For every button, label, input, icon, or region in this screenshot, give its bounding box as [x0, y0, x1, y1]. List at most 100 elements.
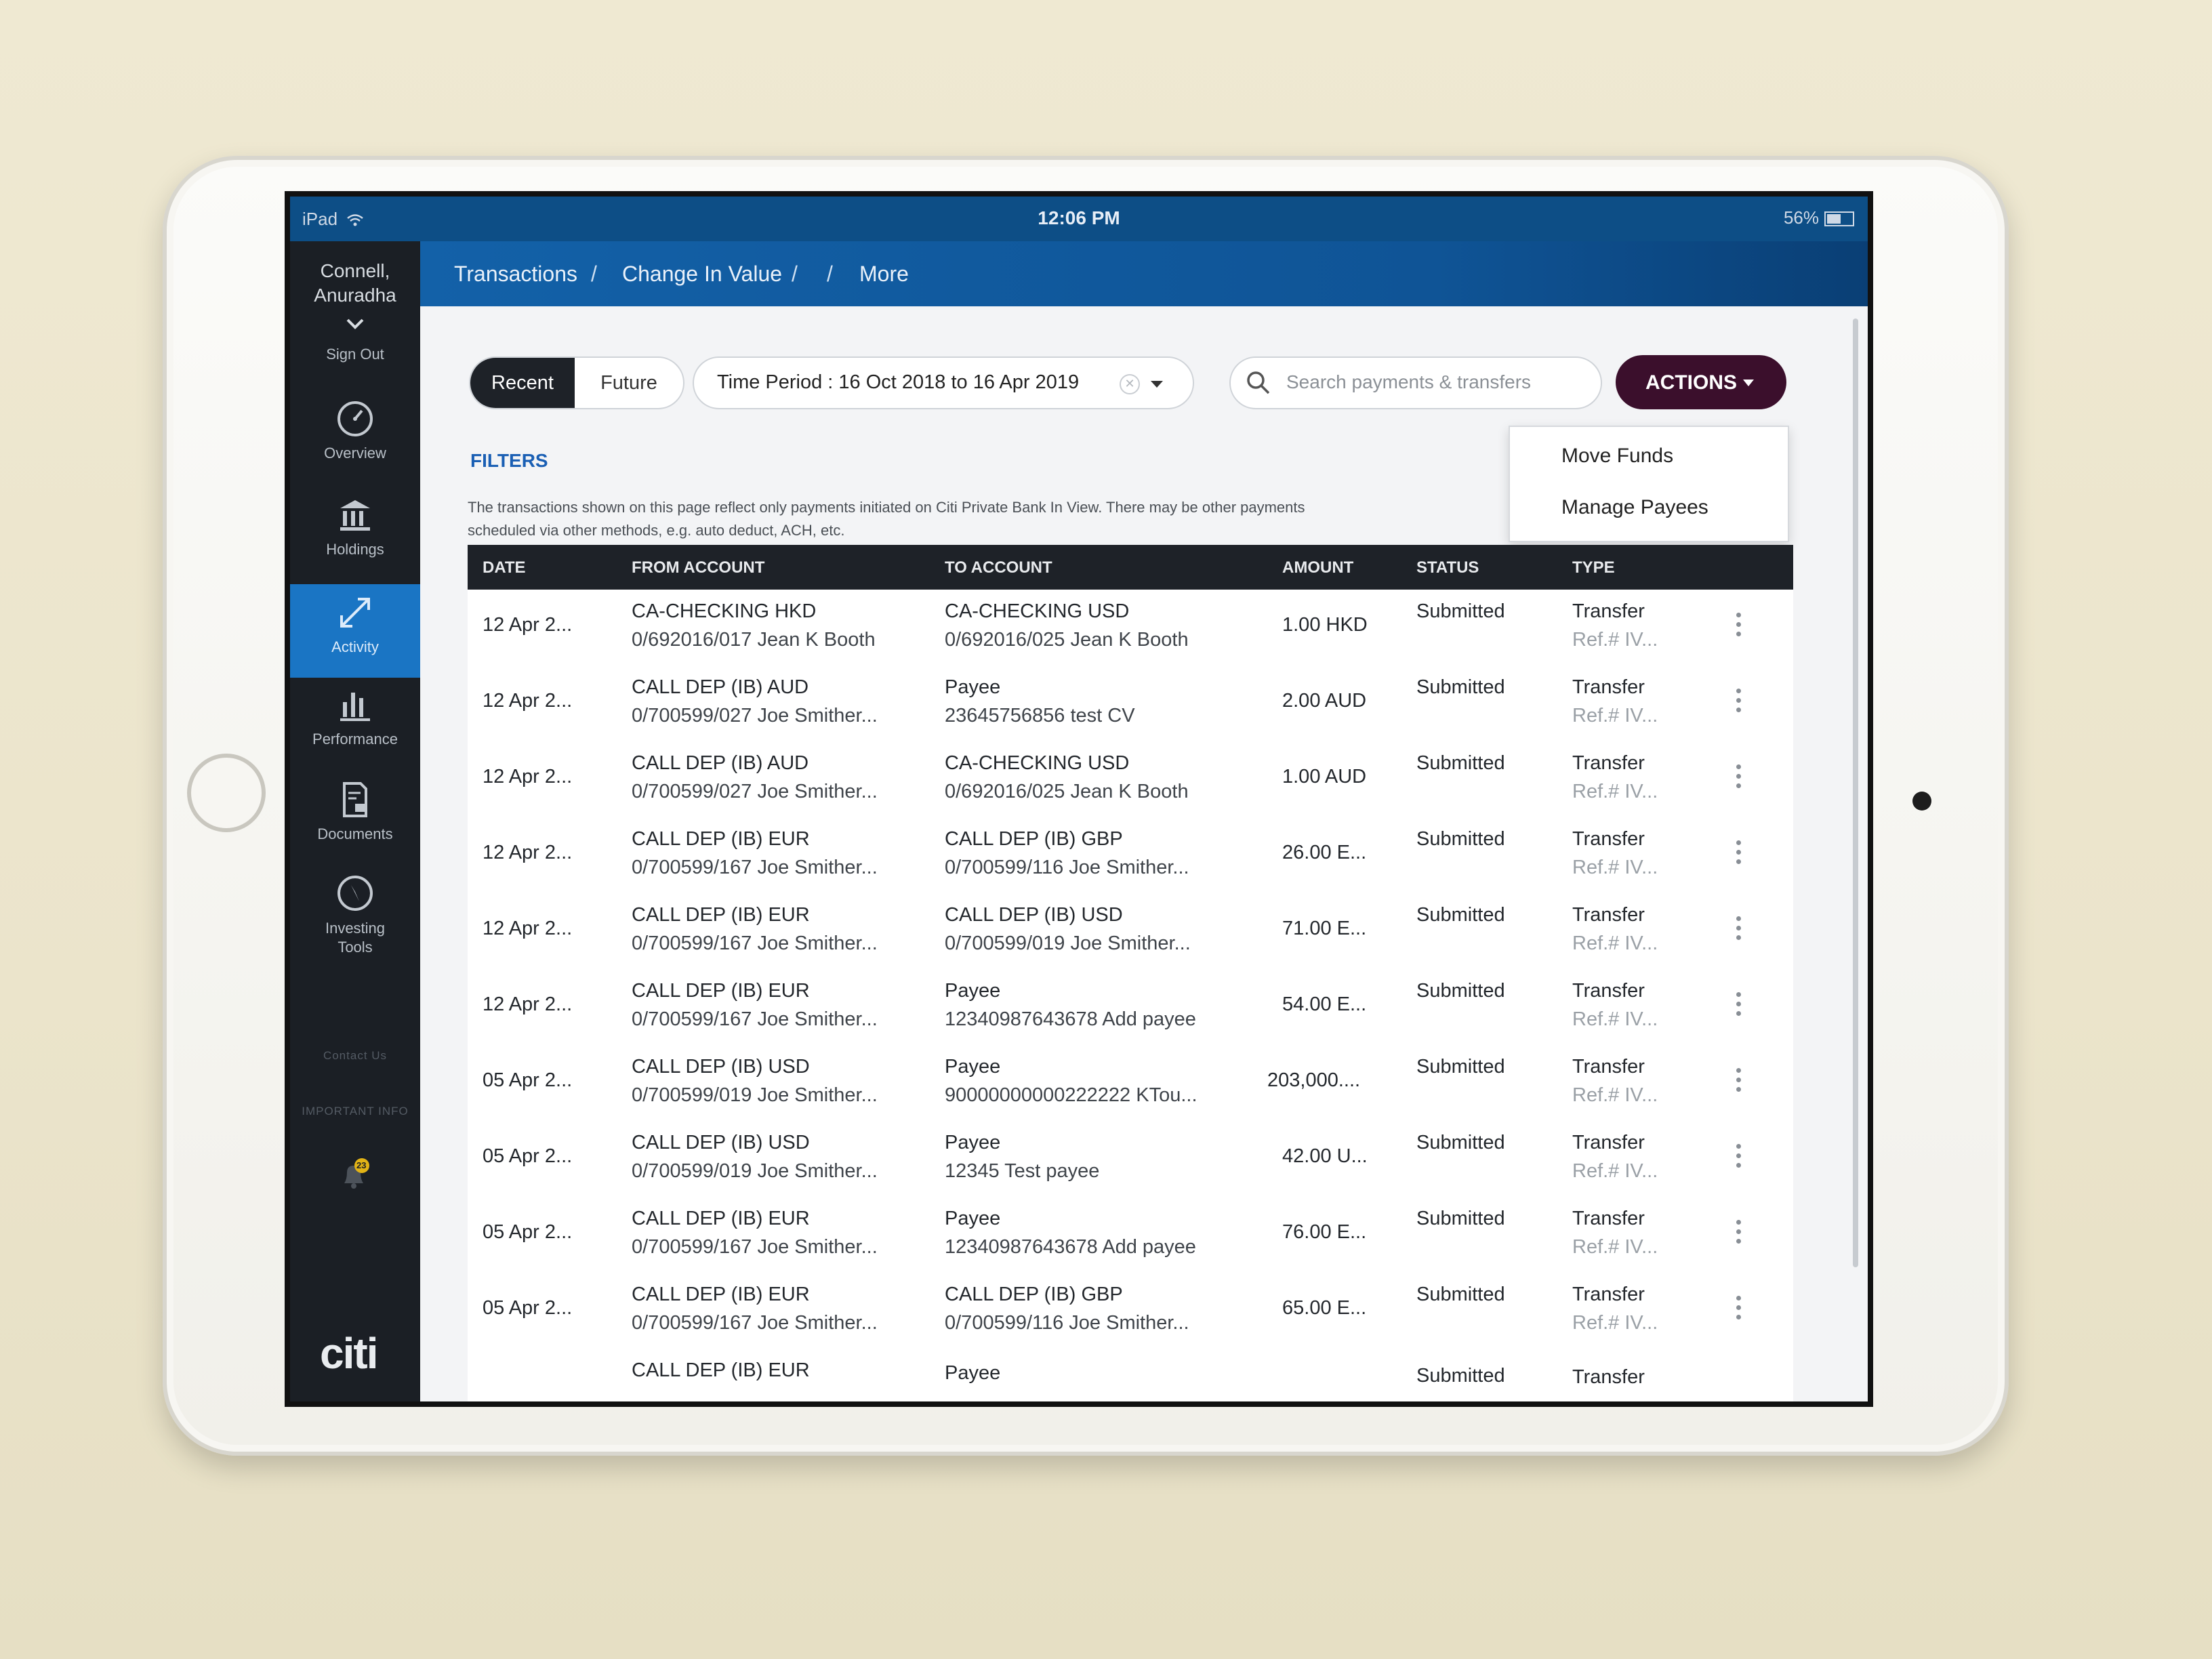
cell-to-account: Payee [945, 676, 1001, 698]
cell-type: Transfer [1572, 904, 1645, 926]
camera [1912, 792, 1931, 811]
compass-icon [337, 876, 373, 911]
important-info-link[interactable]: IMPORTANT INFO [290, 1105, 420, 1118]
sidebar-item-holdings[interactable]: Holdings [290, 496, 420, 577]
chevron-down-icon[interactable] [290, 313, 420, 336]
tab-future[interactable]: Future [575, 358, 683, 408]
breadcrumb-transactions[interactable]: Transactions [454, 262, 577, 287]
cell-ref: Ref.# IV... [1572, 1236, 1658, 1258]
cell-to-detail: 0/692016/025 Jean K Booth [945, 781, 1189, 802]
cell-status: Submitted [1416, 1132, 1505, 1153]
table-row[interactable]: 12 Apr 2... CALL DEP (IB) EUR 0/700599/1… [468, 969, 1793, 1046]
transactions-table: 12 Apr 2... CA-CHECKING HKD 0/692016/017… [468, 590, 1793, 1401]
table-row[interactable]: 12 Apr 2... CALL DEP (IB) AUD 0/700599/0… [468, 665, 1793, 743]
sidebar-item-documents[interactable]: Documents [290, 781, 420, 862]
more-options-icon[interactable] [1736, 1144, 1742, 1171]
table-row[interactable]: 05 Apr 2... CALL DEP (IB) USD 0/700599/0… [468, 1045, 1793, 1122]
cell-status: Submitted [1416, 600, 1505, 622]
more-options-icon[interactable] [1736, 1068, 1742, 1095]
cell-ref: Ref.# IV... [1572, 629, 1658, 651]
cell-to-detail: 12340987643678 Add payee [945, 1008, 1196, 1030]
app-screen: iPad 12:06 PM 56% Connell, Anuradha Sign… [290, 197, 1868, 1401]
table-row[interactable]: 05 Apr 2... CALL DEP (IB) EUR 0/700599/1… [468, 1273, 1793, 1350]
arrows-icon [340, 598, 370, 628]
breadcrumb-change-in-value[interactable]: Change In Value [622, 262, 782, 287]
column-status[interactable]: STATUS [1416, 558, 1479, 577]
table-row[interactable]: 12 Apr 2... CALL DEP (IB) AUD 0/700599/0… [468, 741, 1793, 819]
cell-status: Submitted [1416, 752, 1505, 774]
cell-from-account: CALL DEP (IB) EUR [632, 980, 810, 1002]
contact-us-link[interactable]: Contact Us [290, 1049, 420, 1063]
cell-to-account: Payee [945, 1362, 1001, 1384]
cell-from-account: CALL DEP (IB) USD [632, 1056, 810, 1078]
table-row[interactable]: 12 Apr 2... CALL DEP (IB) EUR 0/700599/1… [468, 893, 1793, 970]
scrollbar[interactable] [1853, 319, 1858, 1267]
menu-item-manage-payees[interactable]: Manage Payees [1561, 496, 1708, 519]
cell-from-account: CALL DEP (IB) EUR [632, 828, 810, 850]
more-options-icon[interactable] [1736, 840, 1742, 867]
cell-to-account: Payee [945, 1132, 1001, 1153]
cell-status: Submitted [1416, 904, 1505, 926]
sidebar-item-activity[interactable]: Activity [290, 584, 420, 678]
table-row[interactable]: CALL DEP (IB) EUR Payee Submitted Transf… [468, 1349, 1793, 1401]
cell-from-detail: 0/700599/167 Joe Smither... [632, 857, 878, 878]
cell-status: Submitted [1416, 1056, 1505, 1078]
more-options-icon[interactable] [1736, 689, 1742, 716]
more-options-icon[interactable] [1736, 992, 1742, 1019]
column-from-account[interactable]: FROM ACCOUNT [632, 558, 764, 577]
more-options-icon[interactable] [1736, 1220, 1742, 1247]
menu-item-move-funds[interactable]: Move Funds [1561, 445, 1673, 468]
table-row[interactable]: 12 Apr 2... CALL DEP (IB) EUR 0/700599/1… [468, 817, 1793, 895]
main-content: Recent Future Time Period : 16 Oct 2018 … [420, 306, 1868, 1401]
recent-future-toggle: Recent Future [469, 356, 684, 409]
gauge-icon [337, 401, 373, 436]
cell-type: Transfer [1572, 1284, 1645, 1305]
cell-ref: Ref.# IV... [1572, 857, 1658, 878]
cell-from-detail: 0/700599/167 Joe Smither... [632, 1312, 878, 1334]
cell-amount: 65.00 E... [1282, 1297, 1367, 1319]
breadcrumb-more[interactable]: More [859, 262, 909, 287]
user-name[interactable]: Connell, Anuradha [290, 241, 420, 308]
more-options-icon[interactable] [1736, 764, 1742, 792]
cell-to-account: CA-CHECKING USD [945, 600, 1130, 622]
cell-to-account: CA-CHECKING USD [945, 752, 1130, 774]
cell-date: 05 Apr 2... [483, 1297, 573, 1319]
cell-type: Transfer [1572, 600, 1645, 622]
cell-to-detail: 0/692016/025 Jean K Booth [945, 629, 1189, 651]
cell-from-account: CALL DEP (IB) EUR [632, 1359, 810, 1381]
table-row[interactable]: 05 Apr 2... CALL DEP (IB) USD 0/700599/0… [468, 1121, 1793, 1198]
chevron-down-icon[interactable] [1151, 381, 1163, 388]
cell-date: 12 Apr 2... [483, 994, 573, 1015]
sign-out-link[interactable]: Sign Out [290, 346, 420, 363]
cell-amount: 2.00 AUD [1282, 690, 1367, 712]
column-type[interactable]: TYPE [1572, 558, 1615, 577]
column-date[interactable]: DATE [483, 558, 526, 577]
cell-amount: 1.00 AUD [1282, 766, 1367, 787]
actions-button[interactable]: ACTIONS [1616, 355, 1786, 409]
home-button[interactable] [187, 754, 266, 832]
sidebar-item-investing-tools[interactable]: Investing Tools [290, 874, 420, 969]
cell-from-detail: 0/700599/019 Joe Smither... [632, 1160, 878, 1182]
table-row[interactable]: 05 Apr 2... CALL DEP (IB) EUR 0/700599/1… [468, 1197, 1793, 1274]
search-input[interactable]: Search payments & transfers [1229, 356, 1602, 409]
more-options-icon[interactable] [1736, 916, 1742, 943]
notification-count: 23 [356, 1160, 367, 1170]
filters-link[interactable]: FILTERS [470, 450, 548, 472]
sidebar-item-overview[interactable]: Overview [290, 400, 420, 481]
cell-to-detail: 90000000000222222 KTou... [945, 1084, 1197, 1106]
tab-recent[interactable]: Recent [470, 358, 575, 408]
more-options-icon[interactable] [1736, 613, 1742, 640]
column-to-account[interactable]: TO ACCOUNT [945, 558, 1052, 577]
column-amount[interactable]: AMOUNT [1282, 558, 1353, 577]
cell-from-account: CALL DEP (IB) EUR [632, 1284, 810, 1305]
time-period-select[interactable]: Time Period : 16 Oct 2018 to 16 Apr 2019… [693, 356, 1194, 409]
clear-icon[interactable]: ✕ [1120, 374, 1140, 394]
sidebar-item-performance[interactable]: Performance [290, 686, 420, 767]
cell-from-detail: 0/700599/167 Joe Smither... [632, 1008, 878, 1030]
table-row[interactable]: 12 Apr 2... CA-CHECKING HKD 0/692016/017… [468, 590, 1793, 667]
sidebar: Connell, Anuradha Sign Out Overview Hold… [290, 241, 420, 1401]
more-options-icon[interactable] [1736, 1296, 1742, 1323]
notice-text: The transactions shown on this page refl… [468, 499, 1305, 539]
cell-status: Submitted [1416, 1284, 1505, 1305]
notification-bell[interactable]: 23 [337, 1158, 371, 1191]
